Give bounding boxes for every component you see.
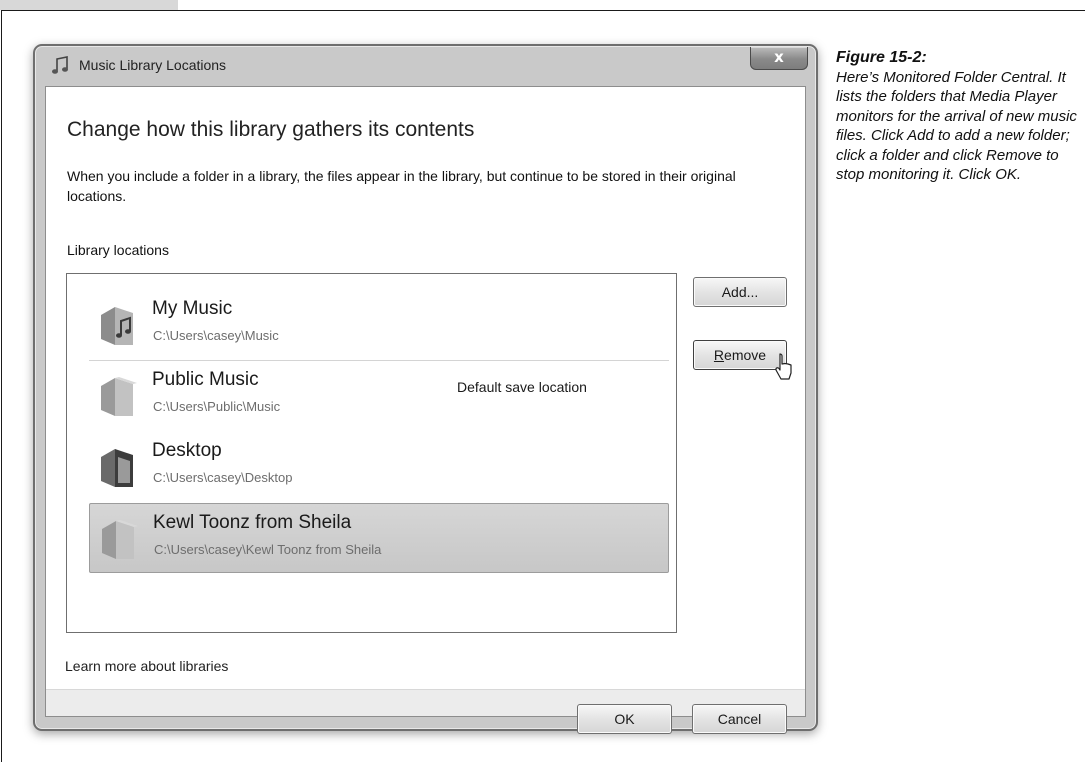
music-library-icon — [52, 56, 68, 74]
page-corner-tab — [0, 0, 178, 10]
location-name: Kewl Toonz from Sheila — [153, 512, 352, 533]
dialog-heading: Change how this library gathers its cont… — [67, 118, 475, 141]
mouse-cursor-icon — [775, 353, 792, 380]
location-name: Public Music — [152, 369, 259, 390]
default-save-location-label: Default save location — [457, 379, 587, 395]
remove-button-accesskey: R — [713, 347, 725, 363]
dialog-content: Change how this library gathers its cont… — [45, 86, 806, 734]
location-name: My Music — [152, 298, 233, 319]
dialog-description: When you include a folder in a library, … — [67, 168, 736, 204]
music-library-locations-dialog: Music Library Locations x Change how thi… — [33, 44, 818, 734]
location-item-desktop[interactable]: Desktop C:\Users\casey\Desktop — [89, 432, 669, 502]
desktop-folder-icon — [101, 449, 133, 487]
folder-icon — [101, 377, 137, 416]
caption-text: Here’s Monitored Folder Central. It list… — [836, 68, 1077, 184]
location-item-my-music[interactable]: My Music C:\Users\casey\Music — [89, 290, 669, 360]
folder-icon — [102, 520, 138, 559]
location-item-kewl-toonz[interactable]: Kewl Toonz from Sheila C:\Users\casey\Ke… — [89, 503, 669, 573]
remove-button-label: emove — [724, 347, 767, 363]
close-button[interactable]: x — [750, 47, 808, 70]
learn-more-link[interactable]: Learn more about libraries — [65, 658, 228, 674]
library-locations-list[interactable]: My Music C:\Users\casey\Music Public Mus… — [66, 273, 677, 633]
cancel-button[interactable]: Cancel — [692, 704, 787, 734]
dialog-footer: OK Cancel — [46, 689, 805, 734]
location-item-public-music[interactable]: Public Music Default save location C:\Us… — [89, 361, 669, 431]
figure-caption: Figure 15-2: Here’s Monitored Folder Cen… — [836, 48, 1081, 185]
music-folder-icon — [101, 307, 133, 345]
ok-button[interactable]: OK — [577, 704, 672, 734]
caption-title: Figure 15-2: — [836, 49, 927, 66]
title-bar[interactable]: Music Library Locations x — [35, 46, 816, 86]
location-path: C:\Users\casey\Desktop — [153, 470, 293, 485]
remove-button[interactable]: Remove — [693, 340, 787, 370]
location-path: C:\Users\casey\Kewl Toonz from Sheila — [154, 542, 382, 557]
window-title: Music Library Locations — [79, 57, 227, 73]
library-locations-label: Library locations — [67, 242, 169, 258]
location-name: Desktop — [152, 440, 222, 461]
add-button[interactable]: Add... — [693, 277, 787, 307]
location-path: C:\Users\Public\Music — [153, 399, 281, 414]
location-path: C:\Users\casey\Music — [153, 328, 279, 343]
